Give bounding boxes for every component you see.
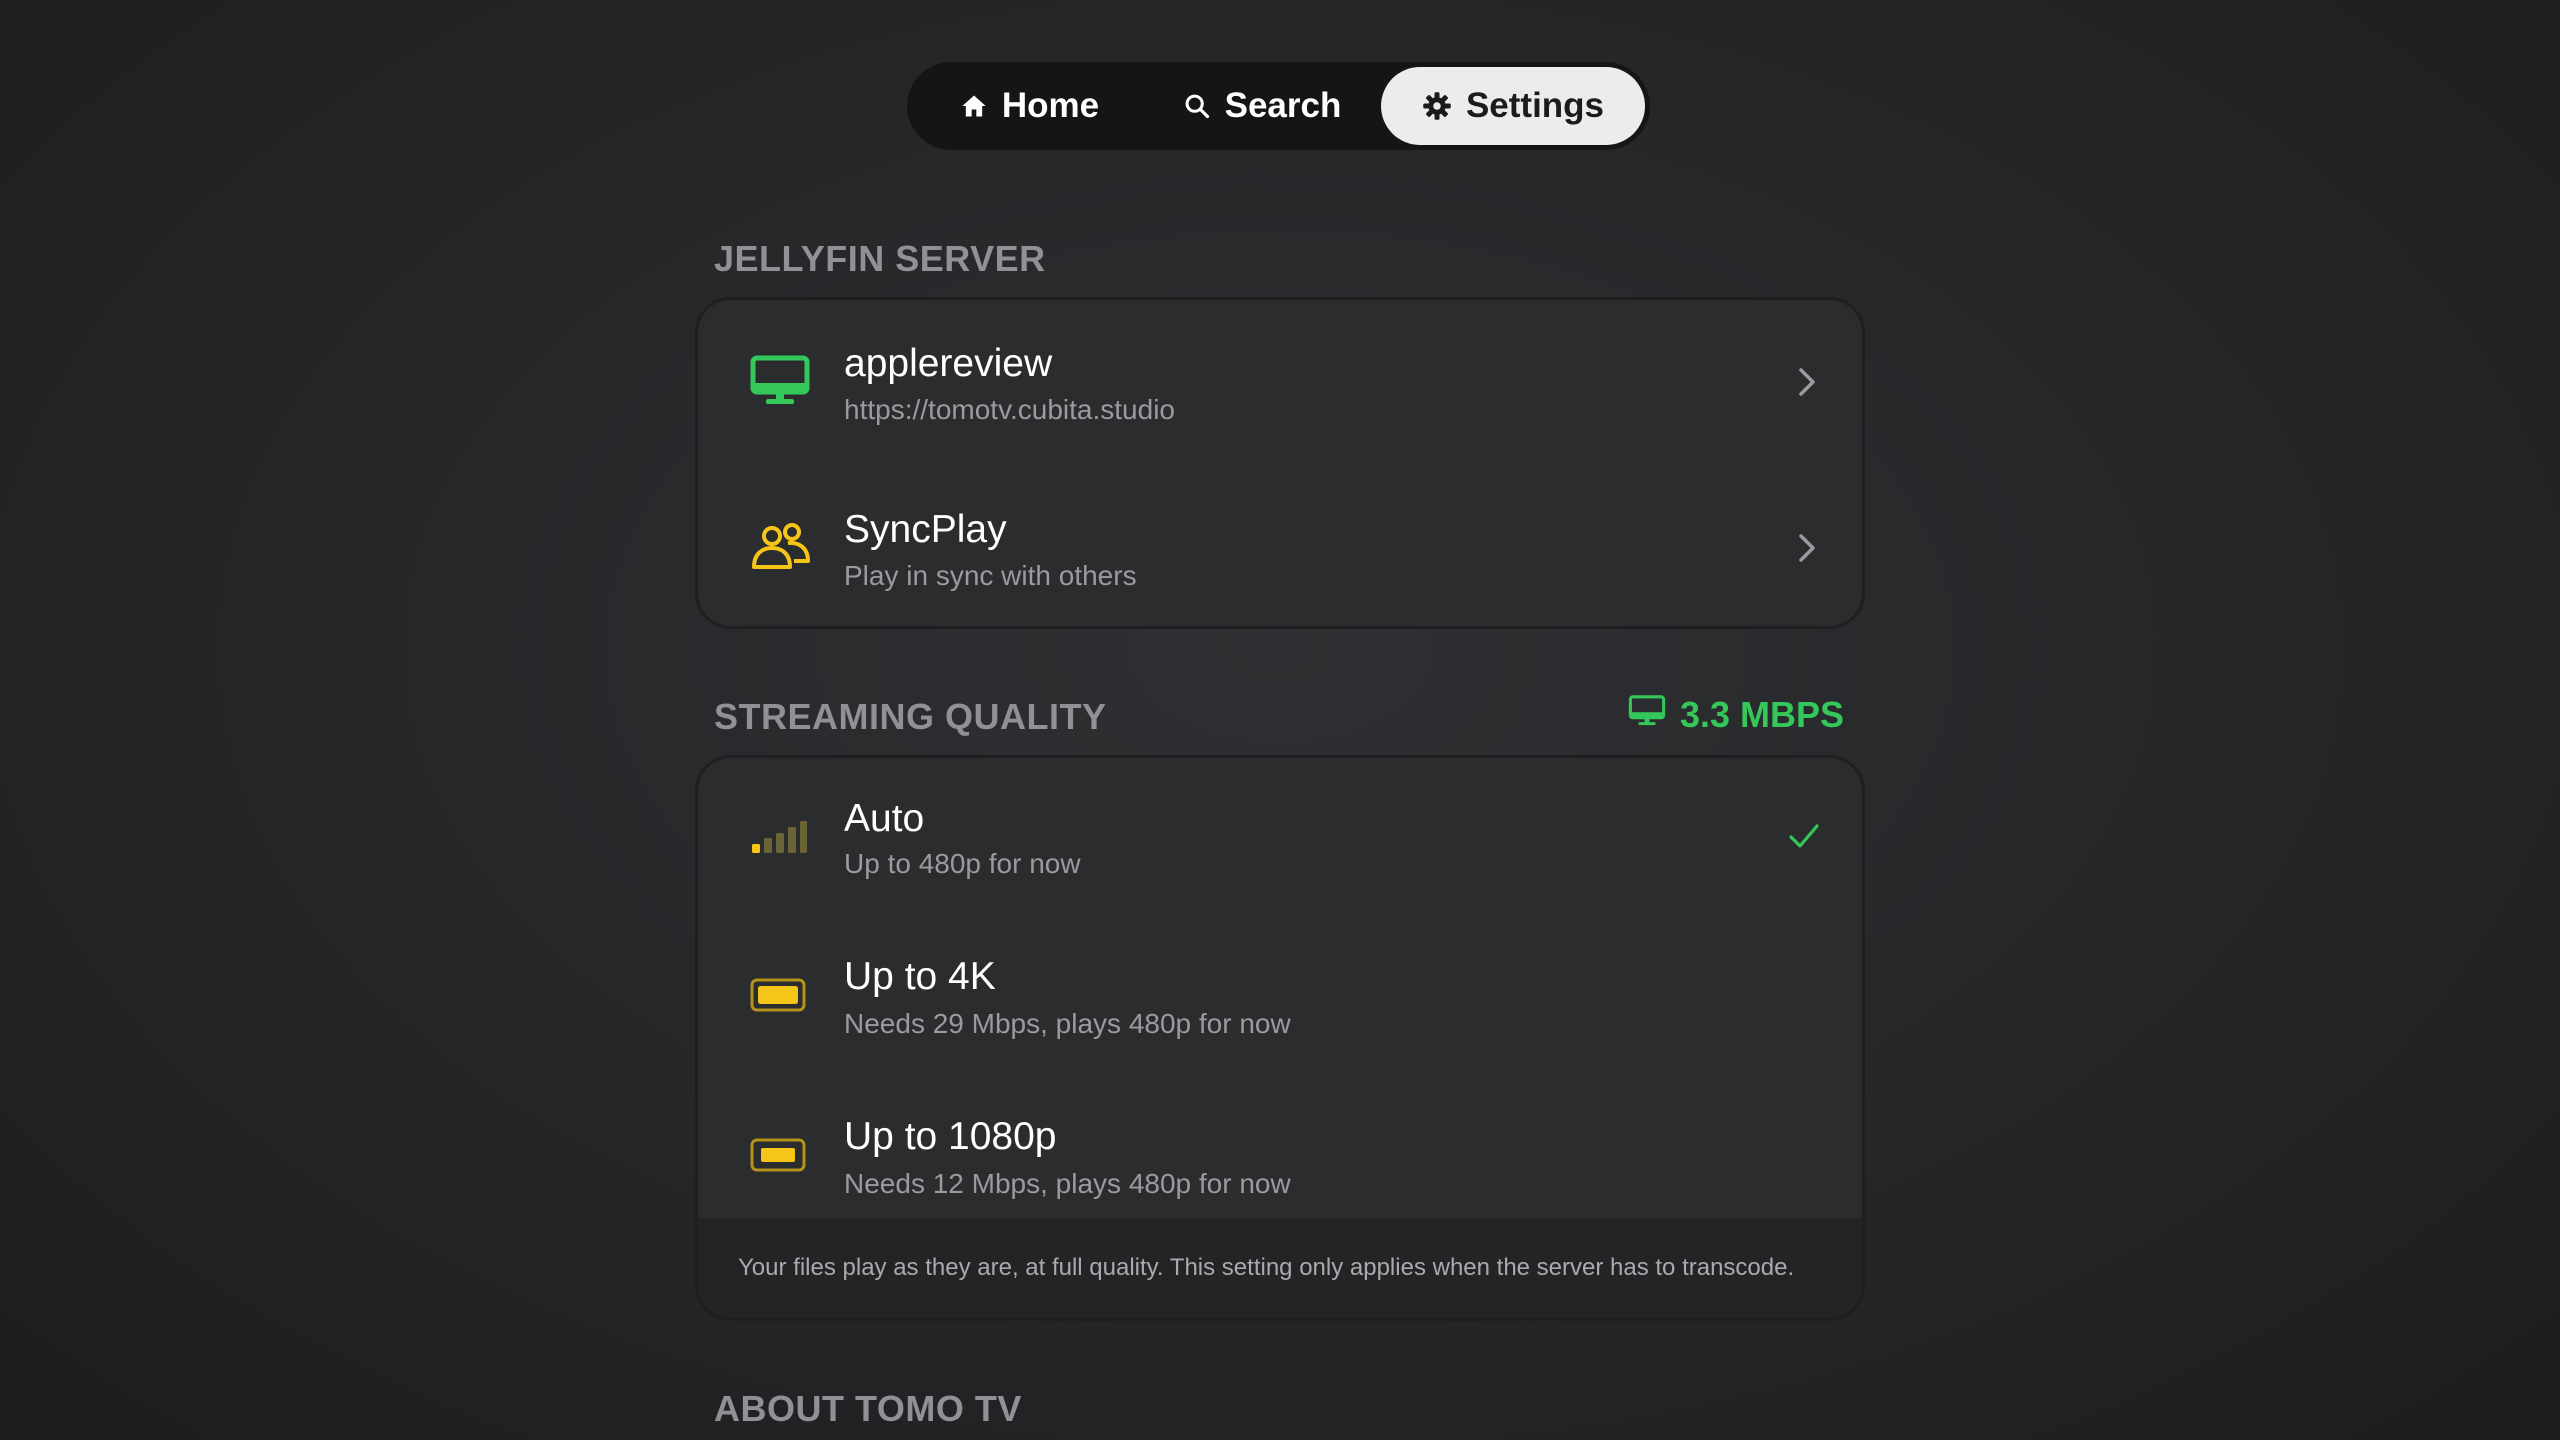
server-url: https://tomotv.cubita.studio: [844, 394, 1175, 425]
monitor-icon: [750, 355, 810, 412]
quality-option-auto[interactable]: Auto Up to 480p for now: [698, 758, 1862, 918]
tab-search[interactable]: Search: [1147, 67, 1377, 145]
monitor-icon: [1628, 694, 1666, 736]
tab-home[interactable]: Home: [912, 67, 1147, 145]
quality-option-4k[interactable]: Up to 4K Needs 29 Mbps, plays 480p for n…: [698, 918, 1862, 1078]
battery-icon: [750, 1138, 806, 1177]
signal-bars-icon: [750, 820, 808, 859]
bitrate-indicator: 3.3 MBPS: [1628, 694, 1844, 736]
quality-card: Auto Up to 480p for now Up to 4K Needs 2…: [695, 755, 1865, 1321]
server-row-applereview[interactable]: applereview https://tomotv.cubita.studio: [698, 300, 1862, 466]
section-title-jellyfin-server: JELLYFIN SERVER: [714, 238, 1046, 279]
syncplay-subtitle: Play in sync with others: [844, 560, 1137, 591]
quality-option-1080p[interactable]: Up to 1080p Needs 12 Mbps, plays 480p fo…: [698, 1078, 1862, 1224]
chevron-right-icon: [1797, 532, 1817, 569]
section-title-about: ABOUT TOMO TV: [714, 1388, 1022, 1429]
people-icon: [750, 521, 812, 578]
tab-home-label: Home: [1001, 86, 1100, 125]
checkmark-icon: [1788, 822, 1820, 855]
quality-option-title: Auto: [844, 797, 925, 840]
battery-icon: [750, 978, 806, 1017]
bitrate-label: 3.3 MBPS: [1680, 694, 1845, 735]
tab-search-label: Search: [1224, 86, 1342, 125]
house-icon: [960, 92, 988, 120]
quality-option-subtitle: Up to 480p for now: [844, 848, 1081, 879]
quality-option-title: Up to 4K: [844, 955, 996, 998]
quality-footnote: Your files play as they are, at full qua…: [698, 1218, 1862, 1318]
quality-option-subtitle: Needs 12 Mbps, plays 480p for now: [844, 1168, 1291, 1199]
quality-option-subtitle: Needs 29 Mbps, plays 480p for now: [844, 1008, 1291, 1039]
server-name: applereview: [844, 342, 1053, 385]
search-icon: [1183, 92, 1211, 120]
section-title-streaming-quality: STREAMING QUALITY: [714, 696, 1107, 737]
chevron-right-icon: [1797, 366, 1817, 403]
tab-settings[interactable]: Settings: [1381, 67, 1645, 145]
quality-option-title: Up to 1080p: [844, 1115, 1057, 1158]
top-nav: Home Search Settings: [907, 62, 1650, 150]
syncplay-title: SyncPlay: [844, 508, 1007, 551]
tab-settings-label: Settings: [1465, 86, 1605, 125]
gear-icon: [1422, 91, 1452, 121]
server-row-syncplay[interactable]: SyncPlay Play in sync with others: [698, 466, 1862, 626]
server-card: applereview https://tomotv.cubita.studio…: [695, 297, 1865, 629]
